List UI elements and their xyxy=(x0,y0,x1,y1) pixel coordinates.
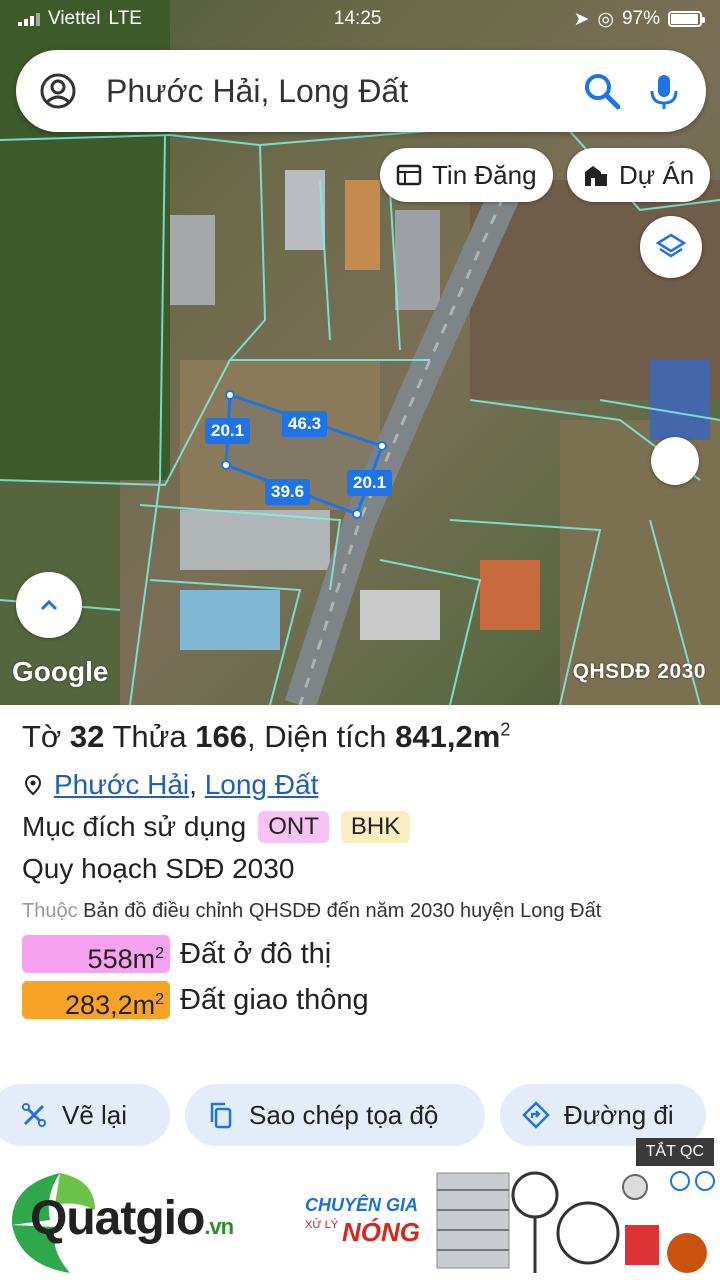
signal-icon xyxy=(18,12,40,26)
listing-icon xyxy=(396,164,422,186)
buildings-icon xyxy=(585,166,607,186)
layers-button[interactable] xyxy=(640,216,702,278)
projects-chip[interactable]: Dự Án xyxy=(567,148,711,202)
legend-item: 558m2 Đất ở đô thị xyxy=(22,935,698,974)
legend-swatch: 283,2m2 xyxy=(22,981,170,1020)
map-toggle-button[interactable] xyxy=(651,437,699,485)
area-unit-superscript: 2 xyxy=(500,719,511,740)
plan-note-prefix: Thuộc xyxy=(22,900,78,922)
rotation-lock-icon: ◎ xyxy=(597,8,614,30)
area-value: 841,2m xyxy=(395,719,501,754)
location-pin-icon xyxy=(24,774,42,796)
search-icon[interactable] xyxy=(582,71,622,111)
redraw-icon xyxy=(22,1103,46,1127)
battery-icon xyxy=(668,11,705,27)
copy-coordinates-label: Sao chép tọa độ xyxy=(249,1099,439,1130)
layers-icon xyxy=(656,233,686,258)
chevron-up-icon xyxy=(40,599,58,611)
ad-slogan-1: CHUYÊN GIA xyxy=(305,1195,419,1215)
redraw-label: Vẽ lại xyxy=(62,1099,128,1130)
area-label: Diện tích xyxy=(264,719,387,754)
purpose-tag-bhk[interactable]: BHK xyxy=(340,811,411,843)
microphone-icon[interactable] xyxy=(644,71,684,111)
brand-name: Quatgio xyxy=(30,1192,205,1245)
overlay-label: QHSDĐ 2030 xyxy=(572,660,706,683)
legend-label: Đất ở đô thị xyxy=(180,937,332,970)
plan-title: Quy hoạch SDĐ 2030 xyxy=(22,853,295,884)
location-row: Phước Hải, Long Đất xyxy=(22,769,698,801)
ad-slogan-2: XỬ LÝ xyxy=(305,1219,339,1231)
battery-percent: 97% xyxy=(621,8,660,29)
directions-label: Đường đi xyxy=(564,1099,674,1130)
expand-sheet-button[interactable] xyxy=(16,572,82,638)
location-link-commune[interactable]: Phước Hải xyxy=(54,769,189,800)
legend-item: 283,2m2 Đất giao thông xyxy=(22,981,698,1020)
lot-label: Thửa xyxy=(112,719,187,754)
status-bar: Viettel LTE 14:25 ➤ ◎ 97% xyxy=(0,0,720,38)
action-bar: Vẽ lại Sao chép tọa độ Đường đi xyxy=(0,1084,720,1146)
account-icon[interactable] xyxy=(38,71,78,111)
plan-note: Thuộc Bản đồ điều chỉnh QHSDĐ đến năm 20… xyxy=(22,895,698,927)
dimension-label: 20.1 xyxy=(205,418,251,444)
search-input[interactable]: Phước Hải, Long Đất xyxy=(106,73,560,110)
dimension-label: 20.1 xyxy=(347,470,393,496)
fan-products-image xyxy=(436,1171,715,1273)
clock: 14:25 xyxy=(333,8,382,29)
location-arrow-icon: ➤ xyxy=(573,8,590,30)
brand-tld: .vn xyxy=(204,1214,234,1239)
location-link-district[interactable]: Long Đất xyxy=(205,769,319,800)
listings-chip-label: Tin Đăng xyxy=(432,159,537,190)
projects-chip-label: Dự Án xyxy=(619,159,695,190)
search-bar[interactable]: Phước Hải, Long Đất xyxy=(16,50,706,132)
legend-swatch: 558m2 xyxy=(22,935,170,974)
purpose-label: Mục đích sử dụng xyxy=(22,811,247,842)
copy-icon xyxy=(210,1102,232,1129)
plan-note-text: Bản đồ điều chỉnh QHSDĐ đến năm 2030 huy… xyxy=(83,900,602,922)
google-attribution: Google xyxy=(12,656,109,687)
close-ad-button[interactable]: TẮT QC xyxy=(635,1138,714,1166)
sheet-label: Tờ xyxy=(22,719,62,754)
parcel-title: Tờ 32 Thửa 166, Diện tích 841,2m2 xyxy=(22,719,511,754)
brand-logo: Quatgio.vn xyxy=(30,1191,234,1246)
directions-button[interactable]: Đường đi xyxy=(500,1084,706,1146)
ad-banner[interactable]: Quatgio.vn CHUYÊN GIA XỬ LÝ NÓNG xyxy=(0,1165,720,1280)
purpose-tag-ont[interactable]: ONT xyxy=(258,811,329,843)
network-type: LTE xyxy=(108,8,142,29)
sheet-number: 32 xyxy=(69,719,105,754)
purpose-row: Mục đích sử dụng ONT BHK xyxy=(22,811,698,843)
listings-chip[interactable]: Tin Đăng xyxy=(380,148,553,202)
directions-icon xyxy=(522,1101,550,1129)
redraw-button[interactable]: Vẽ lại xyxy=(0,1084,170,1146)
legend-label: Đất giao thông xyxy=(180,983,369,1016)
copy-coordinates-button[interactable]: Sao chép tọa độ xyxy=(185,1084,485,1146)
location-separator: , xyxy=(189,769,197,800)
lot-number: 166 xyxy=(195,719,247,754)
carrier-name: Viettel xyxy=(48,8,101,29)
ad-slogan-3: NÓNG xyxy=(342,1217,420,1247)
dimension-label: 39.6 xyxy=(265,479,311,505)
dimension-label: 46.3 xyxy=(282,411,328,437)
